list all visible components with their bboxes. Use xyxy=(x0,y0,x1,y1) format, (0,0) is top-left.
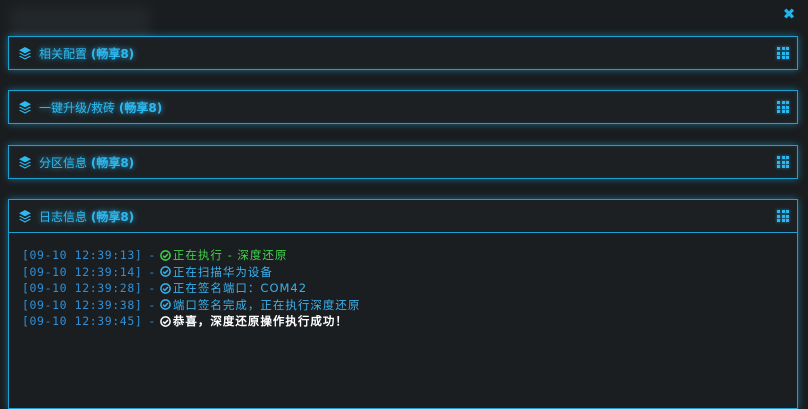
check-circle-icon xyxy=(160,315,171,327)
log-line: [09-10 12:39:13] - 正在执行 - 深度还原 xyxy=(22,248,288,262)
check-circle-icon xyxy=(160,299,171,311)
log-message: 正在签名端口：COM42 xyxy=(172,281,308,295)
layers-icon xyxy=(18,209,32,223)
layers-icon xyxy=(18,46,32,60)
panel-title: 一键升级/救砖 (畅享8) xyxy=(39,100,163,115)
log-line: [09-10 12:39:38] - 端口签名完成，正在执行深度还原 xyxy=(22,297,361,312)
log-message: 端口签名完成，正在执行深度还原 xyxy=(172,297,361,312)
log-output[interactable]: [09-10 12:39:13] - 正在执行 - 深度还原 [09-10 12:… xyxy=(9,233,797,408)
panel-related-config[interactable]: 相关配置 (畅享8) xyxy=(8,36,798,70)
check-circle-icon xyxy=(160,266,171,278)
layers-icon xyxy=(18,155,32,169)
log-timestamp: [09-10 12:39:38] xyxy=(22,297,143,312)
log-timestamp: [09-10 12:39:28] xyxy=(22,281,143,295)
log-message: 正在执行 - 深度还原 xyxy=(172,248,288,262)
log-message: 正在扫描华为设备 xyxy=(172,264,273,279)
grid-icon[interactable] xyxy=(777,156,789,168)
panel-partition-info[interactable]: 分区信息 (畅享8) xyxy=(8,145,798,179)
panel-title: 日志信息 (畅享8) xyxy=(39,209,135,224)
panel-header[interactable]: 一键升级/救砖 (畅享8) xyxy=(9,91,797,123)
log-line: [09-10 12:39:14] - 正在扫描华为设备 xyxy=(22,264,273,279)
log-message: 恭喜，深度还原操作执行成功！ xyxy=(172,314,348,328)
log-timestamp: [09-10 12:39:13] xyxy=(22,248,143,262)
layers-icon xyxy=(18,100,32,114)
check-circle-icon xyxy=(160,282,171,294)
panel-title: 分区信息 (畅享8) xyxy=(39,155,135,170)
check-circle-icon xyxy=(160,249,171,261)
grid-icon[interactable] xyxy=(777,210,789,222)
log-timestamp: [09-10 12:39:45] xyxy=(22,314,143,328)
panel-header[interactable]: 相关配置 (畅享8) xyxy=(9,37,797,69)
panel-log-info: 日志信息 (畅享8) [09-10 12:39:13] - 正在执行 - 深度还原… xyxy=(8,199,798,409)
log-line: [09-10 12:39:45] - 恭喜，深度还原操作执行成功！ xyxy=(22,314,348,328)
panel-header[interactable]: 分区信息 (畅享8) xyxy=(9,146,797,178)
grid-icon[interactable] xyxy=(777,47,789,59)
grid-icon[interactable] xyxy=(777,101,789,113)
panel-one-click-upgrade[interactable]: 一键升级/救砖 (畅享8) xyxy=(8,90,798,124)
close-icon[interactable]: ✖ xyxy=(780,5,798,23)
panel-title: 相关配置 (畅享8) xyxy=(39,46,135,61)
log-timestamp: [09-10 12:39:14] xyxy=(22,264,143,279)
log-line: [09-10 12:39:28] - 正在签名端口：COM42 xyxy=(22,281,308,295)
panel-header[interactable]: 日志信息 (畅享8) xyxy=(9,200,797,233)
